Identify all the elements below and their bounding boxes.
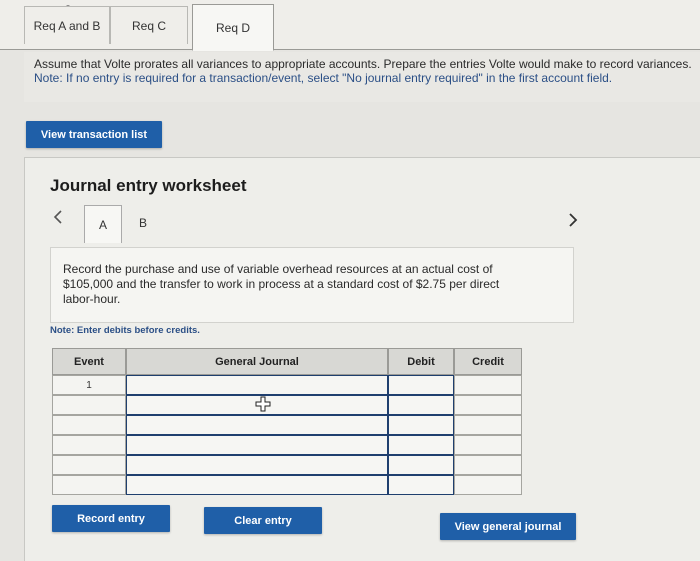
instructions-note: Note: If no entry is required for a tran…	[34, 71, 613, 85]
subtab-b[interactable]: B	[124, 208, 162, 238]
debit-input[interactable]	[388, 475, 454, 495]
account-input[interactable]	[126, 435, 388, 455]
instructions-text: Assume that Volte prorates all variances…	[34, 57, 692, 71]
subtab-label: A	[98, 217, 107, 232]
instructions: Assume that Volte prorates all variances…	[24, 52, 700, 102]
account-input[interactable]	[126, 415, 388, 435]
column-header-credit: Credit	[454, 348, 522, 375]
subtab-a[interactable]: A	[84, 205, 122, 243]
transaction-description-box: Record the purchase and use of variable …	[50, 247, 574, 323]
event-cell	[52, 395, 126, 415]
event-cell	[52, 435, 126, 455]
column-header-debit: Debit	[388, 348, 454, 375]
tab-label: Req C	[131, 18, 166, 33]
journal-entry-table: Event General Journal Debit Credit 1	[52, 348, 522, 498]
debit-input[interactable]	[388, 435, 454, 455]
view-general-journal-button[interactable]: View general journal	[440, 513, 576, 540]
debit-input[interactable]	[388, 455, 454, 475]
move-cursor-icon	[255, 396, 271, 412]
page: Req A and B Req C Req D Assume that Volt…	[0, 0, 700, 561]
column-header-event: Event	[52, 348, 126, 375]
event-cell	[52, 415, 126, 435]
account-input[interactable]	[126, 475, 388, 495]
clear-entry-button[interactable]: Clear entry	[204, 507, 322, 534]
entry-note: Note: Enter debits before credits.	[50, 325, 200, 336]
subtab-label: B	[138, 216, 147, 230]
event-cell: 1	[52, 375, 126, 395]
requirements-tab-bar: Req A and B Req C Req D	[0, 0, 700, 51]
credit-input[interactable]	[454, 375, 522, 395]
event-cell	[52, 475, 126, 495]
credit-input[interactable]	[454, 395, 522, 415]
tab-label: Req D	[215, 20, 250, 35]
account-input[interactable]	[126, 375, 388, 395]
chevron-left-icon[interactable]	[53, 210, 63, 229]
view-transaction-list-button[interactable]: View transaction list	[26, 121, 162, 148]
credit-input[interactable]	[454, 415, 522, 435]
transaction-description: Record the purchase and use of variable …	[63, 262, 500, 306]
tab-req-a-and-b[interactable]: Req A and B	[24, 6, 110, 44]
record-entry-button[interactable]: Record entry	[52, 505, 170, 532]
credit-input[interactable]	[454, 455, 522, 475]
credit-input[interactable]	[454, 435, 522, 455]
tab-label: Req A and B	[33, 18, 101, 33]
debit-input[interactable]	[388, 395, 454, 415]
event-cell	[52, 455, 126, 475]
account-input[interactable]	[126, 455, 388, 475]
debit-input[interactable]	[388, 415, 454, 435]
credit-input[interactable]	[454, 475, 522, 495]
debit-input[interactable]	[388, 375, 454, 395]
chevron-right-icon[interactable]	[568, 213, 578, 232]
column-header-general-journal: General Journal	[126, 348, 388, 375]
worksheet-title: Journal entry worksheet	[50, 176, 247, 195]
tab-req-c[interactable]: Req C	[110, 6, 188, 44]
tab-req-d[interactable]: Req D	[192, 4, 274, 51]
